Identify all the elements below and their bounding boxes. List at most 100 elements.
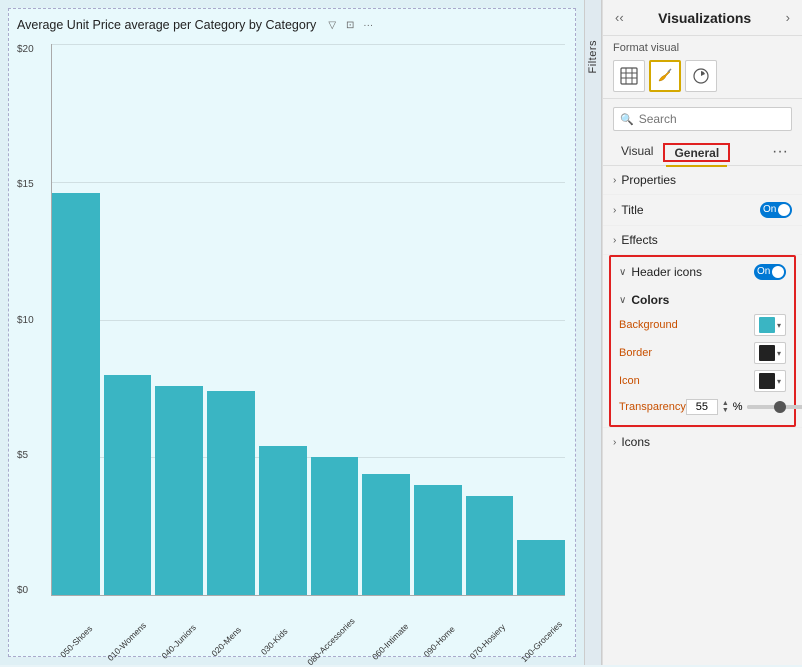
bar-030-Kids[interactable] <box>259 446 307 595</box>
expand-icon[interactable]: ⊡ <box>342 17 358 33</box>
panel-title: Visualizations <box>658 10 751 26</box>
background-color-button[interactable]: ▾ <box>754 314 786 336</box>
chevron-right-icon: › <box>613 205 616 216</box>
filters-tab[interactable]: Filters <box>584 0 602 665</box>
slider-knob[interactable] <box>774 401 786 413</box>
dropdown-arrow-icon: ▾ <box>777 321 781 330</box>
bar-090-Home[interactable] <box>414 485 462 595</box>
chart-area: Average Unit Price average per Category … <box>0 0 584 665</box>
pct-spinner[interactable]: ▲ ▼ <box>722 400 729 414</box>
x-labels: 050-Shoes010-Womens040-Juniors020-Mens03… <box>51 634 565 648</box>
search-input[interactable] <box>639 112 785 126</box>
toggle-knob <box>778 204 790 216</box>
bar-100-Groceries[interactable] <box>517 540 565 595</box>
y-label-0: $0 <box>17 585 34 596</box>
bar-chart <box>51 44 565 596</box>
properties-label: Properties <box>621 173 792 187</box>
panel-collapse-icon[interactable]: ‹‹ <box>613 8 626 27</box>
icon-label: Icon <box>619 375 640 387</box>
panel-expand-icon[interactable]: › <box>784 8 792 27</box>
border-swatch <box>759 345 775 361</box>
tab-visual[interactable]: Visual <box>613 139 661 165</box>
panel-header: ‹‹ Visualizations › <box>603 0 802 36</box>
chart-title: Average Unit Price average per Category … <box>17 17 567 33</box>
transparency-input-group: ▲ ▼ % <box>686 399 802 415</box>
colors-label: Colors <box>631 293 669 307</box>
x-label-010-Womens: 010-Womens <box>106 620 149 663</box>
border-label: Border <box>619 347 652 359</box>
x-label-100-Groceries: 100-Groceries <box>519 619 564 664</box>
icon-swatch <box>759 373 775 389</box>
x-label-040-Juniors: 040-Juniors <box>159 622 197 660</box>
effects-label: Effects <box>621 233 792 247</box>
search-box[interactable]: 🔍 <box>613 107 792 131</box>
colors-section: ∨ Colors Background ▾ Border ▾ <box>611 287 794 425</box>
chevron-down-icon: ∨ <box>619 295 626 306</box>
format-table-icon[interactable] <box>613 60 645 92</box>
bar-080-Accessories[interactable] <box>311 457 359 595</box>
more-options-button[interactable]: ··· <box>768 141 792 163</box>
icons-label: Icons <box>621 435 792 449</box>
chart-title-icons: ▽ ⊡ ··· <box>324 17 376 33</box>
bar-020-Mens[interactable] <box>207 391 255 595</box>
x-label-080-Accessories: 080-Accessories <box>305 616 357 667</box>
y-label-5: $5 <box>17 450 34 461</box>
colors-header[interactable]: ∨ Colors <box>619 287 786 311</box>
format-analytics-icon[interactable] <box>685 60 717 92</box>
border-color-button[interactable]: ▾ <box>754 342 786 364</box>
x-label-050-Shoes: 050-Shoes <box>57 623 95 661</box>
dropdown-arrow-icon: ▾ <box>777 349 781 358</box>
section-properties[interactable]: › Properties <box>603 166 802 195</box>
more-icon[interactable]: ··· <box>360 17 376 33</box>
header-icons-row[interactable]: ∨ Header icons On <box>611 257 794 287</box>
section-effects[interactable]: › Effects <box>603 226 802 255</box>
chevron-right-icon: › <box>613 235 616 246</box>
bar-060-Intimate[interactable] <box>362 474 410 595</box>
x-label-060-Intimate: 060-Intimate <box>370 621 410 661</box>
right-panel: ‹‹ Visualizations › Format visual <box>602 0 802 665</box>
spin-up-icon[interactable]: ▲ <box>722 400 729 407</box>
chevron-down-icon: ∨ <box>619 267 626 278</box>
dropdown-arrow-icon: ▾ <box>777 377 781 386</box>
color-row-icon: Icon ▾ <box>619 367 786 395</box>
transparency-slider[interactable] <box>747 405 802 409</box>
section-title[interactable]: › Title On <box>603 195 802 226</box>
title-label: Title <box>621 203 760 217</box>
chevron-right-icon: › <box>613 175 616 186</box>
background-swatch <box>759 317 775 333</box>
header-icons-label: Header icons <box>631 265 754 279</box>
bar-050-Shoes[interactable] <box>52 193 100 595</box>
spin-down-icon[interactable]: ▼ <box>722 407 729 414</box>
background-label: Background <box>619 319 678 331</box>
color-row-border: Border ▾ <box>619 339 786 367</box>
icon-color-button[interactable]: ▾ <box>754 370 786 392</box>
toggle-knob <box>772 266 784 278</box>
bar-070-Hosiery[interactable] <box>466 496 514 595</box>
x-label-030-Kids: 030-Kids <box>255 623 293 661</box>
x-label-090-Home: 090-Home <box>420 623 458 661</box>
section-icons[interactable]: › Icons <box>603 427 802 456</box>
bar-040-Juniors[interactable] <box>155 386 203 595</box>
header-icons-toggle[interactable]: On <box>754 264 786 280</box>
transparency-label: Transparency <box>619 401 686 413</box>
percent-sign: % <box>733 401 743 413</box>
format-paintbrush-icon[interactable] <box>649 60 681 92</box>
search-icon: 🔍 <box>620 113 634 126</box>
chart-container: Average Unit Price average per Category … <box>8 8 576 657</box>
color-row-background: Background ▾ <box>619 311 786 339</box>
filter-icon[interactable]: ▽ <box>324 17 340 33</box>
header-icons-section: ∨ Header icons On ∨ Colors Background ▾ <box>609 255 796 427</box>
transparency-input[interactable] <box>686 399 718 415</box>
transparency-row: Transparency ▲ ▼ % <box>619 395 786 419</box>
x-label-020-Mens: 020-Mens <box>208 623 246 661</box>
chevron-right-icon: › <box>613 437 616 448</box>
filters-label: Filters <box>587 40 599 73</box>
y-label-10: $10 <box>17 315 34 326</box>
tabs-row: Visual General ··· <box>603 139 802 166</box>
title-toggle[interactable]: On <box>760 202 792 218</box>
y-axis-labels: $20 $15 $10 $5 $0 <box>17 44 34 596</box>
x-label-070-Hosiery: 070-Hosiery <box>468 622 507 661</box>
y-label-15: $15 <box>17 179 34 190</box>
tab-general[interactable]: General <box>666 141 727 167</box>
bar-010-Womens[interactable] <box>104 375 152 595</box>
